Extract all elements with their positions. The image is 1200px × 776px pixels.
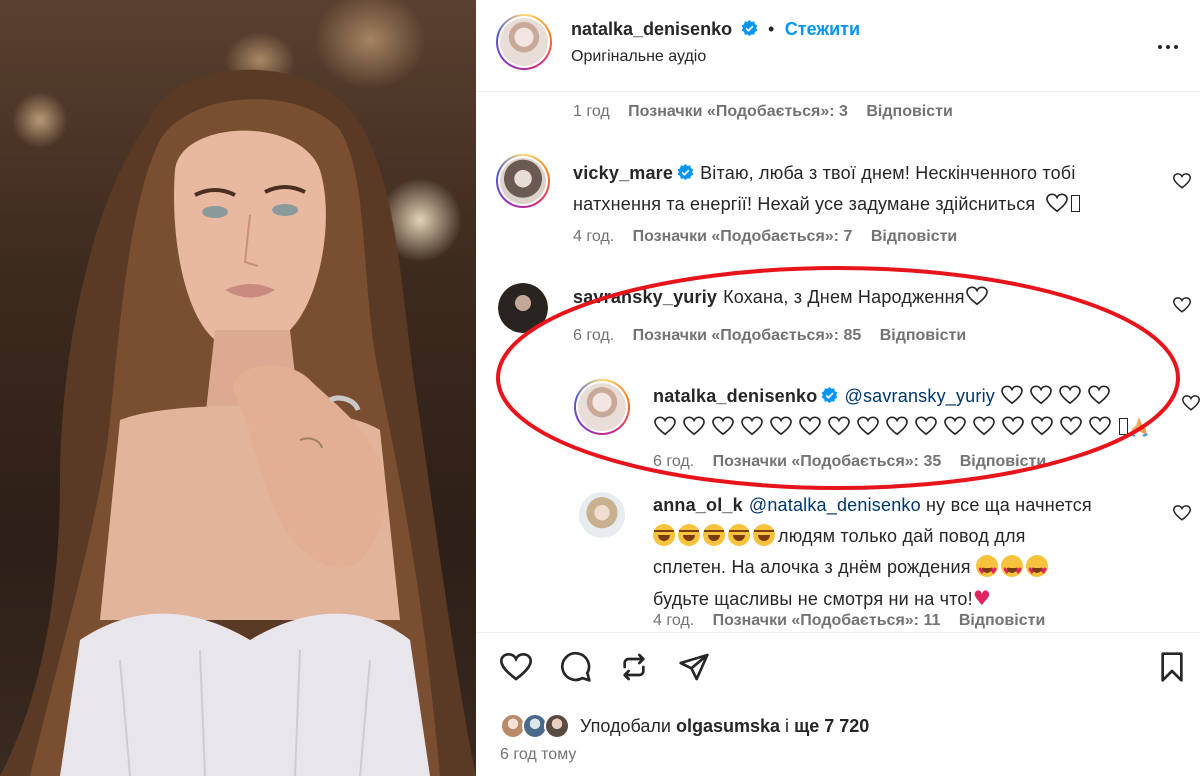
- reply-button[interactable]: Відповісти: [871, 228, 957, 245]
- laughing-emoji-icon: [678, 524, 700, 546]
- red-heart-emoji-icon: ♥: [972, 586, 991, 610]
- comment-meta: 4 год. Позначки «Подобається»: 7 Відпові…: [573, 228, 957, 246]
- commenter-username[interactable]: vicky_mare: [573, 163, 673, 183]
- post-header: natalka_denisenko • Стежити Оригінальне …: [476, 0, 1200, 92]
- verified-badge-icon: [677, 164, 694, 181]
- comment-text: vicky_mare Вітаю, люба з твої днем! Нескі…: [573, 158, 1173, 220]
- more-options-icon[interactable]: [1158, 36, 1184, 49]
- author-username[interactable]: natalka_denisenko: [571, 19, 732, 39]
- comment-icon[interactable]: [560, 651, 592, 683]
- heart-eyes-emoji-icon: [975, 555, 998, 588]
- laughing-emoji-icon: [703, 524, 725, 546]
- liker-avatars: [500, 713, 574, 739]
- post-photo[interactable]: [0, 0, 476, 776]
- repost-icon[interactable]: [618, 651, 650, 683]
- unsupported-glyph: [1070, 195, 1080, 212]
- share-icon[interactable]: [678, 651, 710, 683]
- author-avatar[interactable]: [496, 14, 552, 70]
- liked-by-prefix: Уподобали: [580, 716, 671, 736]
- reply-button[interactable]: Відповісти: [959, 612, 1045, 629]
- post-photo-illustration: [0, 69, 476, 776]
- reply-body-line2: людям только дай повод для: [778, 526, 1026, 546]
- verified-badge-icon: [741, 20, 757, 37]
- comment-meta: 1 год Позначки «Подобається»: 3 Відповіс…: [573, 103, 953, 121]
- follow-button[interactable]: Стежити: [785, 19, 860, 39]
- reply-time: 4 год.: [653, 612, 695, 629]
- laughing-emoji-icon: [728, 524, 750, 546]
- reply-meta: 4 год. Позначки «Подобається»: 11 Відпов…: [653, 612, 1045, 630]
- separator-dot: •: [767, 19, 775, 39]
- comment-time: 1 год: [573, 103, 610, 120]
- heart-emoji-icon: [1045, 193, 1068, 213]
- reply-likes[interactable]: Позначки «Подобається»: 11: [713, 612, 941, 629]
- commenter-avatar[interactable]: [496, 154, 550, 208]
- liked-by-and: і: [785, 716, 790, 736]
- comment-likes[interactable]: Позначки «Подобається»: 3: [628, 103, 848, 120]
- likes-count[interactable]: ще 7 720: [794, 716, 869, 736]
- laughing-emoji-icon: [753, 524, 775, 546]
- like-comment-icon[interactable]: [1173, 172, 1191, 190]
- heart-eyes-emoji-icon: [1025, 555, 1048, 588]
- comment-likes[interactable]: Позначки «Подобається»: 7: [633, 228, 853, 245]
- comment-body: Вітаю, люба з твої днем! Нескінченного т…: [700, 163, 1076, 183]
- save-bookmark-icon[interactable]: [1156, 651, 1188, 683]
- reply-body-line3: сплетен. На алочка з днём рождения: [653, 557, 971, 577]
- reply-body-line4: будьте щасливы не смотря ни на что!: [653, 589, 973, 609]
- post-timestamp[interactable]: 6 год тому: [500, 746, 576, 764]
- audio-label[interactable]: Оригінальне аудіо: [571, 48, 706, 66]
- comment-time: 4 год.: [573, 228, 615, 245]
- reply-button[interactable]: Відповісти: [866, 103, 952, 120]
- reply-text: anna_ol_k @natalka_denisenko ну все ща на…: [653, 490, 1173, 615]
- like-post-icon[interactable]: [500, 651, 532, 683]
- liked-by-summary[interactable]: Уподобали olgasumska і ще 7 720: [500, 713, 869, 739]
- laughing-emoji-icon: [653, 524, 675, 546]
- post-actions-bar: Уподобали olgasumska і ще 7 720 6 год то…: [476, 632, 1200, 776]
- comment-body-line2: натхнення та енергії! Нехай усе задумане…: [573, 194, 1036, 214]
- like-comment-icon[interactable]: [1173, 504, 1191, 522]
- liked-by-user[interactable]: olgasumska: [676, 716, 780, 736]
- heart-eyes-emoji-icon: [1000, 555, 1023, 588]
- highlight-annotation-oval: [496, 266, 1180, 490]
